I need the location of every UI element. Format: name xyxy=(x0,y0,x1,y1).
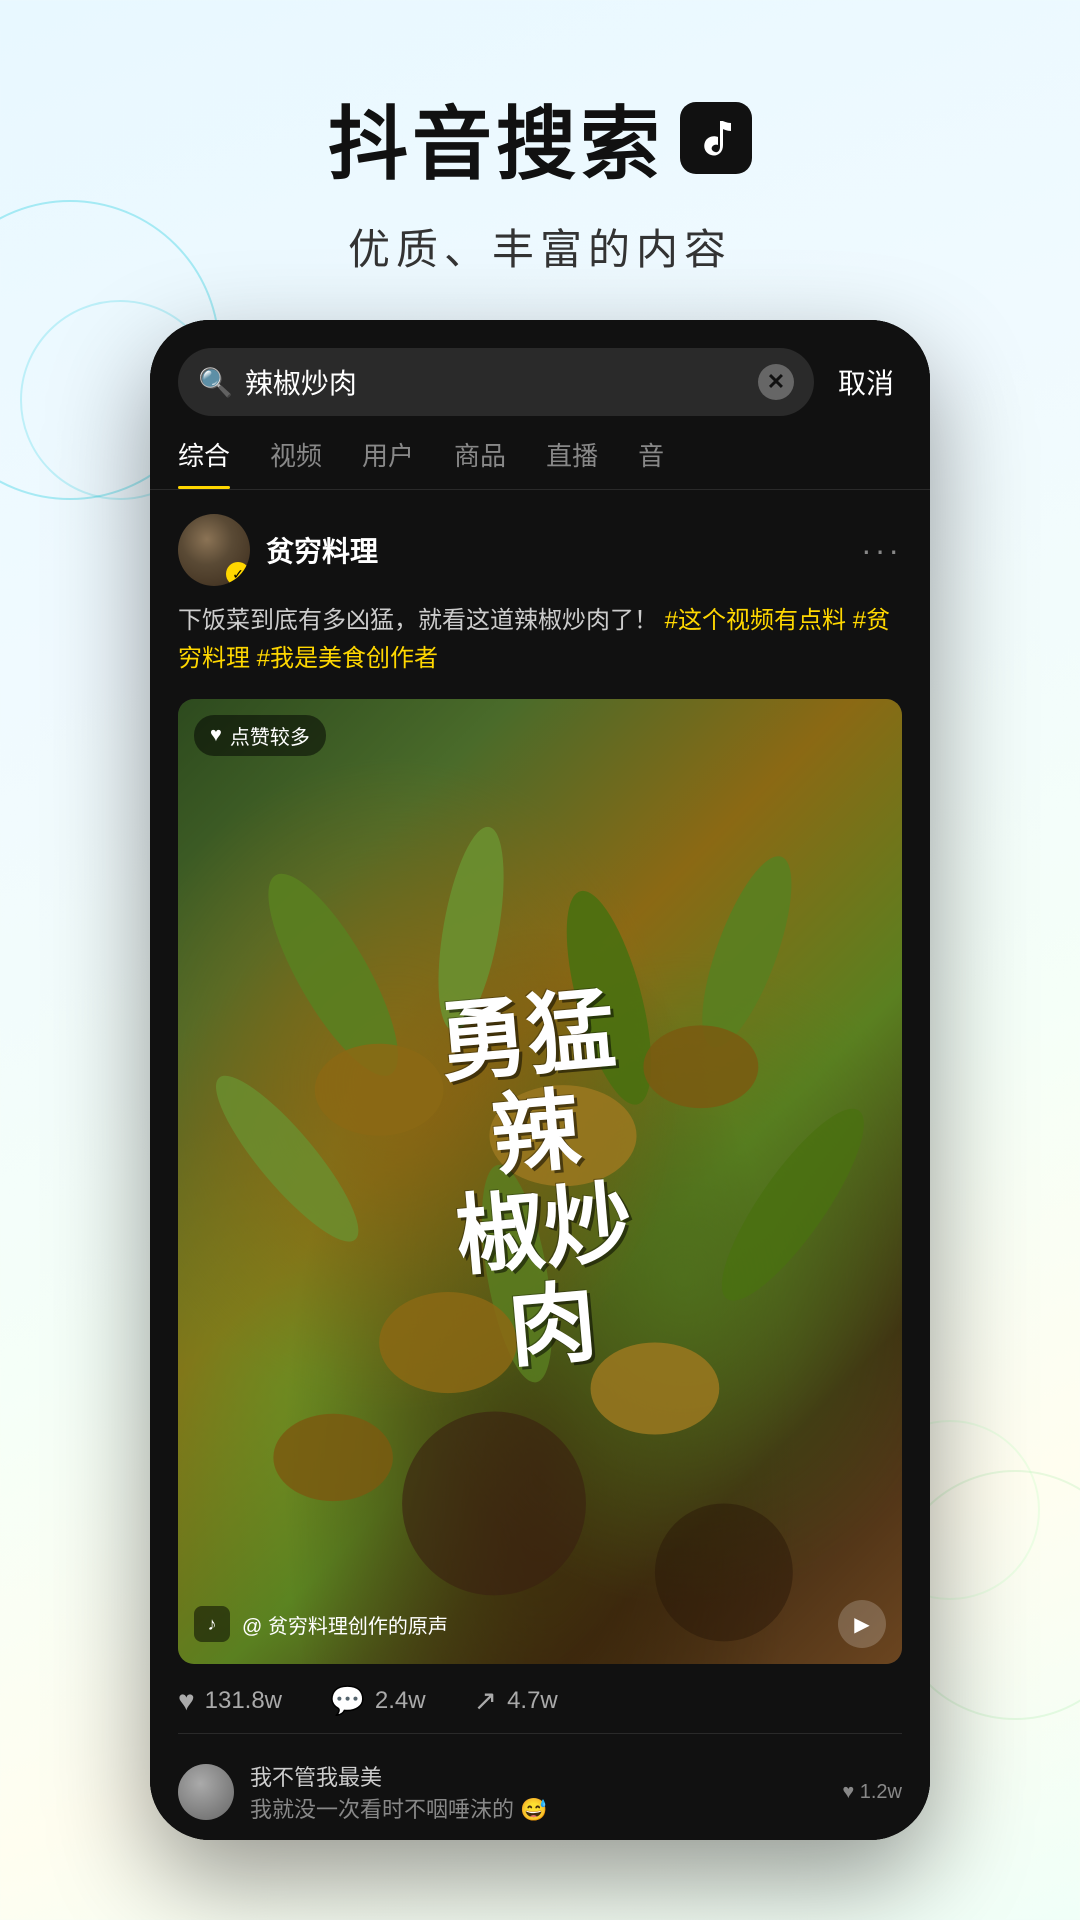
play-button[interactable]: ▶ xyxy=(838,1600,886,1648)
post-body-text: 下饭菜到底有多凶猛，就看这道辣椒炒肉了！ xyxy=(178,607,665,634)
tab-user[interactable]: 用户 xyxy=(362,436,414,489)
comment-like-count: 1.2w xyxy=(860,1781,902,1803)
tab-sound[interactable]: 音 xyxy=(638,436,664,489)
hashtag-3[interactable]: #我是美食创作者 xyxy=(257,645,438,672)
hashtag-1[interactable]: #这个视频有点料 xyxy=(665,607,853,634)
comment-emoji: 😅 xyxy=(520,1797,547,1822)
verified-badge: ✓ xyxy=(226,562,250,586)
stats-bar: ♥ 131.8w 💬 2.4w ↗ 4.7w xyxy=(178,1664,902,1733)
video-thumbnail[interactable]: 勇猛辣椒炒肉 ♥ 点赞较多 ♪ @ 贫穷料理创作的原声 ▶ xyxy=(178,699,902,1664)
comment-like-icon: ♥ xyxy=(842,1781,854,1803)
search-icon: 🔍 xyxy=(198,366,233,399)
tab-video[interactable]: 视频 xyxy=(270,436,322,489)
more-options-button[interactable]: ··· xyxy=(861,532,902,569)
tiktok-logo-icon xyxy=(680,102,752,174)
comment-text: 我就没一次看时不咽唾沫的 😅 xyxy=(250,1792,826,1824)
clear-icon: ✕ xyxy=(767,369,785,395)
main-title: 抖音搜索 xyxy=(328,80,664,196)
overlay-chinese-text: 勇猛辣椒炒肉 xyxy=(435,981,644,1382)
search-query: 辣椒炒肉 xyxy=(245,362,746,402)
phone-screen: 🔍 辣椒炒肉 ✕ 取消 综合 视频 用户 xyxy=(150,320,930,1840)
content-area: ✓ 贫穷料理 ··· 下饭菜到底有多凶猛，就看这道辣椒炒肉了！ #这个视频有点料… xyxy=(150,490,930,1840)
cancel-button[interactable]: 取消 xyxy=(830,362,902,402)
clear-button[interactable]: ✕ xyxy=(758,364,794,400)
tab-comprehensive[interactable]: 综合 xyxy=(178,436,230,489)
video-text-overlay: 勇猛辣椒炒肉 xyxy=(178,699,902,1664)
likes-badge-heart-icon: ♥ xyxy=(210,724,222,747)
comment-icon: 💬 xyxy=(330,1684,365,1717)
search-bar-area: 🔍 辣椒炒肉 ✕ 取消 xyxy=(150,320,930,416)
likes-badge-text: 点赞较多 xyxy=(230,721,310,750)
comment-username: 我不管我最美 xyxy=(250,1760,826,1792)
comments-count: 2.4w xyxy=(375,1687,426,1715)
likes-count: 131.8w xyxy=(205,1687,282,1715)
title-row: 抖音搜索 xyxy=(0,80,1080,196)
page-header: 抖音搜索 优质、丰富的内容 xyxy=(0,0,1080,277)
comment-section: 我不管我最美 我就没一次看时不咽唾沫的 😅 ♥ 1.2w xyxy=(178,1733,902,1834)
comment-content: 我不管我最美 我就没一次看时不咽唾沫的 😅 xyxy=(250,1760,826,1824)
subtitle: 优质、丰富的内容 xyxy=(0,216,1080,277)
post-header: ✓ 贫穷料理 ··· xyxy=(178,514,902,586)
comment-row: 我不管我最美 我就没一次看时不咽唾沫的 😅 ♥ 1.2w xyxy=(178,1750,902,1834)
comments-stat[interactable]: 💬 2.4w xyxy=(330,1684,426,1717)
likes-stat[interactable]: ♥ 131.8w xyxy=(178,1684,282,1717)
comment-avatar xyxy=(178,1764,234,1820)
share-icon: ↗ xyxy=(474,1684,497,1717)
likes-badge: ♥ 点赞较多 xyxy=(194,715,326,756)
tab-product[interactable]: 商品 xyxy=(454,436,506,489)
username[interactable]: 贫穷料理 xyxy=(266,530,845,570)
comment-likes: ♥ 1.2w xyxy=(842,1781,902,1804)
music-note-icon: ♪ xyxy=(208,1614,217,1635)
heart-icon: ♥ xyxy=(178,1685,195,1717)
sound-bar: ♪ @ 贫穷料理创作的原声 ▶ xyxy=(178,1600,902,1648)
tab-bar: 综合 视频 用户 商品 直播 音 xyxy=(150,416,930,490)
sound-text: @ 贫穷料理创作的原声 xyxy=(242,1610,826,1639)
tiktok-small-icon: ♪ xyxy=(194,1606,230,1642)
tab-live[interactable]: 直播 xyxy=(546,436,598,489)
search-input-wrapper[interactable]: 🔍 辣椒炒肉 ✕ xyxy=(178,348,814,416)
post-text: 下饭菜到底有多凶猛，就看这道辣椒炒肉了！ #这个视频有点料 #贫穷料理 #我是美… xyxy=(178,602,902,679)
phone-mockup: 🔍 辣椒炒肉 ✕ 取消 综合 视频 用户 xyxy=(150,320,930,1840)
phone-frame: 🔍 辣椒炒肉 ✕ 取消 综合 视频 用户 xyxy=(150,320,930,1840)
shares-stat[interactable]: ↗ 4.7w xyxy=(474,1684,558,1717)
avatar[interactable]: ✓ xyxy=(178,514,250,586)
shares-count: 4.7w xyxy=(507,1687,558,1715)
